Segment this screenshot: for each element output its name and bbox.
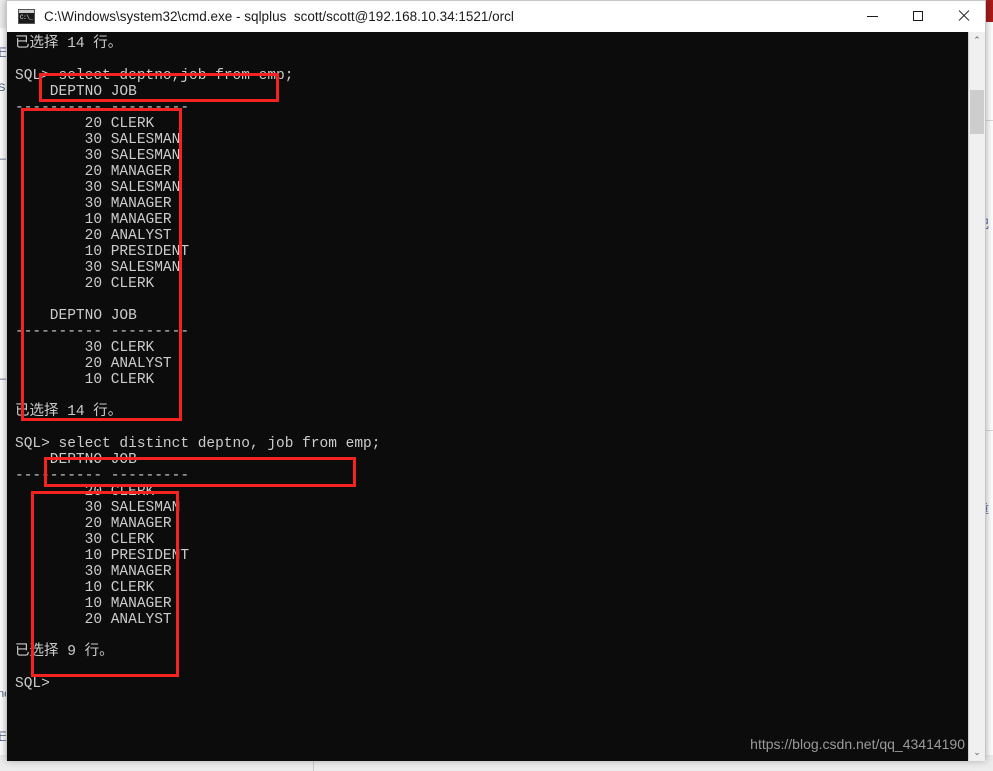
window-controls [850,1,985,31]
scroll-down-icon[interactable]: ⌄ [969,744,985,761]
window-title: C:\Windows\system32\cmd.exe - sqlplus sc… [44,8,514,24]
maximize-button[interactable] [895,1,940,31]
scrollbar-thumb[interactable] [970,90,984,134]
minimize-icon [867,15,878,17]
screenshot-root: 已 SQ — — ne 已 : 记 \ id ) 重 | | C:\Window… [0,0,993,771]
cmd-icon [18,8,35,24]
close-button[interactable] [940,1,985,31]
close-icon [957,10,969,22]
minimize-button[interactable] [850,1,895,31]
maximize-icon [912,11,923,21]
cmd-window: C:\Windows\system32\cmd.exe - sqlplus sc… [6,0,986,761]
window-titlebar[interactable]: C:\Windows\system32\cmd.exe - sqlplus sc… [7,1,985,32]
console-output: 已选择 14 行。 SQL> select deptno,job from em… [15,36,381,692]
console-scrollbar[interactable]: ⌃ ⌄ [968,32,985,761]
console-body[interactable]: 已选择 14 行。 SQL> select deptno,job from em… [7,32,985,761]
scroll-up-icon[interactable]: ⌃ [969,32,985,49]
watermark-text: https://blog.csdn.net/qq_43414190 [750,736,965,752]
